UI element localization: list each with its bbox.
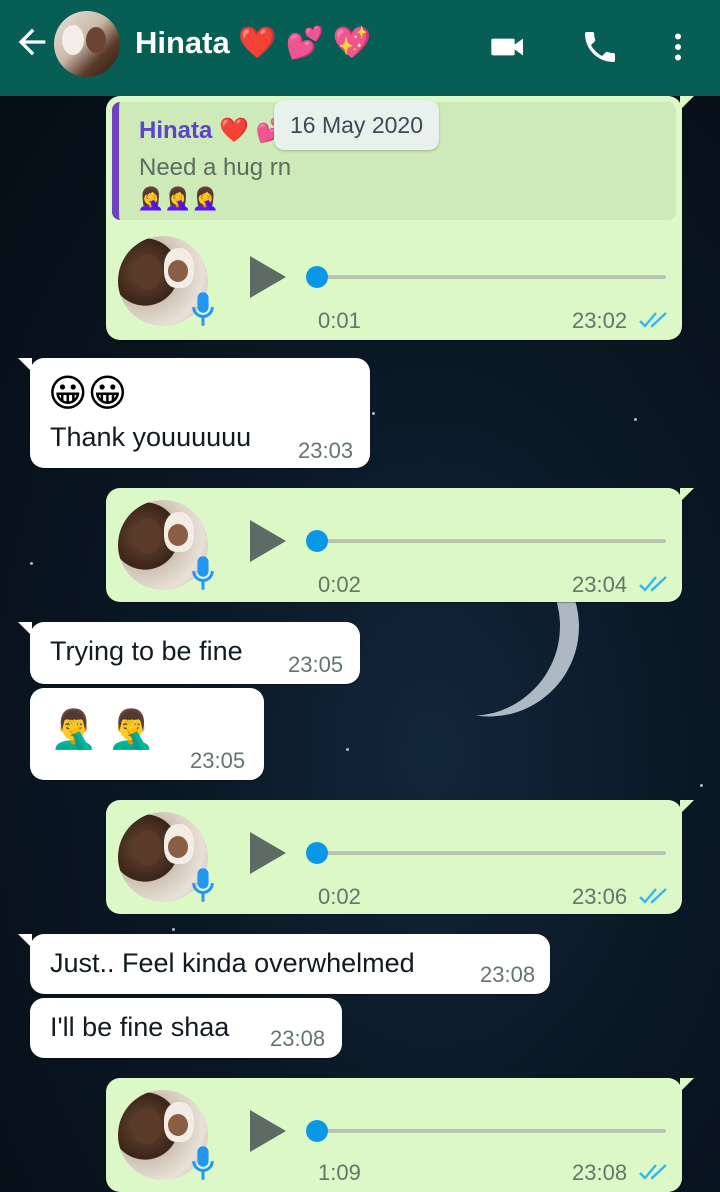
contact-avatar[interactable] (54, 11, 120, 77)
incoming-message-bubble[interactable]: Just.. Feel kinda overwhelmed 23:08 (18, 934, 550, 994)
incoming-message-bubble[interactable]: I'll be fine shaa 23:08 (30, 998, 342, 1058)
message-time: 23:03 (298, 438, 354, 463)
message-text: Just.. Feel kinda overwhelmed (50, 948, 415, 978)
star (30, 562, 33, 565)
read-ticks-icon (639, 888, 667, 904)
message-time: 23:02 (572, 308, 628, 333)
read-ticks-icon (639, 312, 667, 328)
star (634, 418, 637, 421)
voice-progress-track[interactable] (312, 275, 666, 279)
message-emoji: 😀😀 (48, 373, 128, 415)
date-chip: 16 May 2020 (274, 100, 439, 150)
voice-duration: 0:02 (318, 884, 361, 909)
quoted-sender-name: Hinata ❤️ 💕 (139, 117, 286, 144)
star (172, 928, 175, 931)
voice-progress-track[interactable] (312, 539, 666, 543)
play-button[interactable] (250, 256, 286, 298)
incoming-message-bubble[interactable]: 🤦‍♂️ 🤦‍♂️ 23:05 (30, 688, 264, 780)
voice-progress-handle[interactable] (306, 1120, 328, 1142)
message-time: 23:06 (572, 884, 628, 909)
voice-message-bubble[interactable]: 0:02 23:04 (106, 488, 694, 602)
read-ticks-icon (639, 1164, 667, 1180)
voice-progress-handle[interactable] (306, 530, 328, 552)
message-time: 23:05 (288, 652, 344, 677)
message-emoji: 🤦‍♂️ 🤦‍♂️ (50, 709, 156, 751)
voice-progress-handle[interactable] (306, 266, 328, 288)
message-time: 23:04 (572, 572, 628, 597)
arrow-left-icon[interactable] (10, 22, 54, 66)
message-time: 23:08 (572, 1160, 628, 1185)
microphone-icon (190, 554, 216, 592)
star (372, 412, 375, 415)
microphone-icon (190, 290, 216, 328)
message-time: 23:08 (270, 1026, 326, 1051)
microphone-icon (190, 1144, 216, 1182)
voice-message-bubble[interactable]: 1:09 23:08 (106, 1078, 694, 1192)
chat-header: Hinata ❤️ 💕 💖 (0, 0, 720, 96)
microphone-icon (190, 866, 216, 904)
message-time: 23:05 (190, 748, 246, 773)
more-vertical-icon[interactable] (660, 24, 696, 70)
star (700, 784, 703, 787)
voice-duration: 0:02 (318, 572, 361, 597)
voice-message-bubble[interactable]: 0:02 23:06 (106, 800, 694, 914)
voice-duration: 1:09 (318, 1160, 361, 1185)
read-ticks-icon (639, 576, 667, 592)
video-camera-icon[interactable] (488, 24, 528, 70)
play-button[interactable] (250, 832, 286, 874)
incoming-message-bubble[interactable]: Trying to be fine 23:05 (18, 622, 360, 684)
voice-duration: 0:01 (318, 308, 361, 333)
message-text: I'll be fine shaa (50, 1012, 230, 1042)
phone-icon[interactable] (580, 24, 620, 70)
quoted-text: Need a hug rn (139, 154, 292, 181)
quoted-emoji: 🤦‍♀️🤦‍♀️🤦‍♀️ (137, 186, 220, 211)
incoming-message-bubble[interactable]: 😀😀 Thank youuuuuu 23:03 (18, 358, 370, 468)
message-text: Trying to be fine (50, 636, 243, 666)
star (346, 748, 349, 751)
message-time: 23:08 (480, 962, 536, 987)
voice-progress-track[interactable] (312, 851, 666, 855)
play-button[interactable] (250, 520, 286, 562)
contact-name[interactable]: Hinata ❤️ 💕 💖 (135, 24, 371, 61)
voice-progress-track[interactable] (312, 1129, 666, 1133)
voice-progress-handle[interactable] (306, 842, 328, 864)
message-text: Thank youuuuuu (50, 422, 252, 452)
play-button[interactable] (250, 1110, 286, 1152)
